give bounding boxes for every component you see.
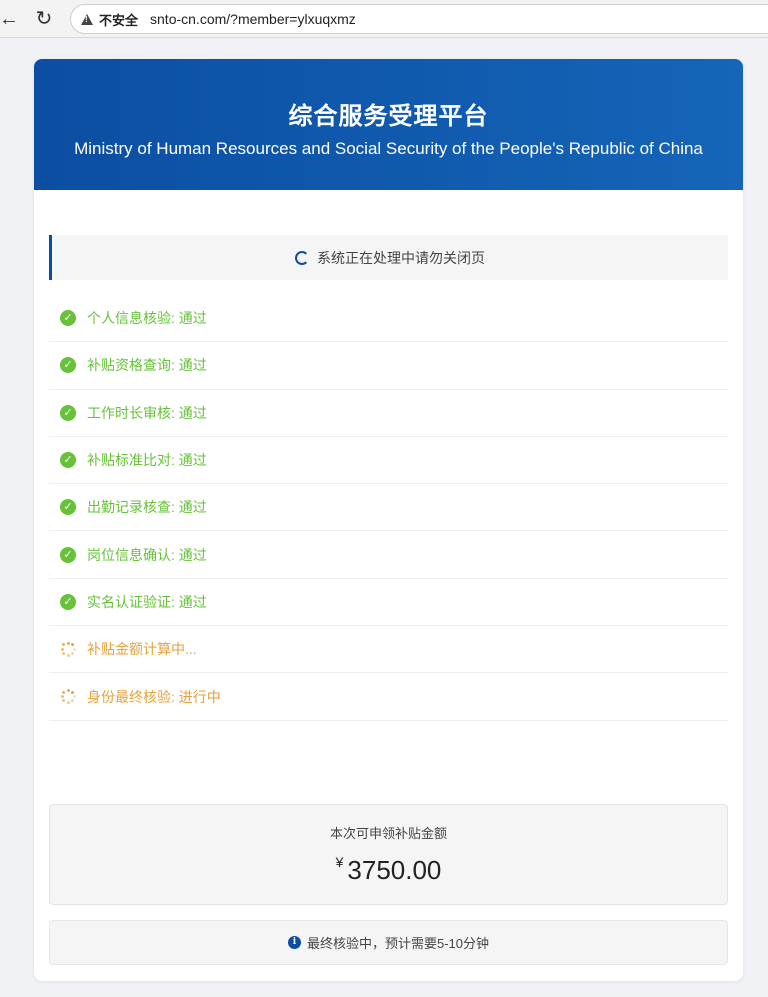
page-title: 综合服务受理平台	[288, 103, 489, 130]
check-circle-icon: ✓	[60, 310, 76, 327]
amount-value: ¥3750.00	[50, 854, 727, 886]
warning-icon	[81, 13, 93, 25]
spinner-icon	[295, 250, 309, 265]
check-item-label: 岗位信息确认: 通过	[87, 546, 207, 563]
check-item-label: 出勤记录核查: 通过	[87, 499, 207, 516]
check-item: ✓ 出勤记录核查: 通过	[49, 484, 728, 532]
info-icon: i	[287, 936, 301, 949]
note-box: i 最终核验中，预计需要5-10分钟	[49, 920, 728, 965]
main-card: 综合服务受理平台 Ministry of Human Resources and…	[34, 59, 743, 981]
check-circle-icon: ✓	[60, 452, 76, 469]
check-circle-icon: ✓	[60, 546, 76, 563]
check-item: ✓ 实名认证验证: 通过	[49, 579, 728, 627]
check-circle-icon: ✓	[60, 499, 76, 516]
check-item-label: 个人信息核验: 通过	[87, 310, 207, 327]
check-item: ✓ 工作时长审核: 通过	[49, 390, 728, 437]
status-text: 系统正在处理中请勿关闭页	[317, 249, 485, 266]
check-circle-icon: ✓	[60, 357, 76, 374]
check-circle-icon: ✓	[60, 593, 76, 610]
check-list: ✓ 个人信息核验: 通过 ✓ 补贴资格查询: 通过 ✓ 工作时长审核: 通过 ✓ 补贴标准比对…	[49, 295, 728, 721]
note-text: 最终核验中，预计需要5-10分钟	[306, 936, 490, 951]
currency-symbol: ¥	[335, 854, 344, 870]
status-banner: 系统正在处理中请勿关闭页	[49, 235, 728, 280]
check-item: 补贴金额计算中...	[49, 626, 728, 674]
check-circle-icon: ✓	[60, 404, 76, 421]
amount-number: 3750.00	[347, 855, 442, 885]
check-item: ✓ 岗位信息确认: 通过	[49, 531, 728, 579]
page-subtitle: Ministry of Human Resources and Social S…	[74, 139, 703, 158]
security-label[interactable]: 不安全	[99, 10, 138, 29]
browser-toolbar: ← ↻ 不安全 snto-cn.com/?member=ylxuqxmz	[0, 0, 768, 38]
loading-dots-icon	[60, 689, 76, 705]
check-item: ✓ 补贴资格查询: 通过	[49, 342, 728, 390]
check-item-label: 身份最终核验: 进行中	[87, 688, 221, 705]
back-icon[interactable]: ←	[0, 6, 22, 32]
page-header: 综合服务受理平台 Ministry of Human Resources and…	[34, 59, 743, 190]
amount-label: 本次可申领补贴金额	[329, 826, 447, 841]
check-item-label: 实名认证验证: 通过	[87, 593, 207, 610]
check-item-label: 补贴标准比对: 通过	[87, 452, 207, 469]
loading-dots-icon	[60, 641, 76, 657]
url-text[interactable]: snto-cn.com/?member=ylxuqxmz	[150, 11, 356, 27]
check-item-label: 工作时长审核: 通过	[87, 404, 207, 421]
amount-panel: 本次可申领补贴金额 ¥3750.00	[49, 804, 728, 905]
check-item-label: 补贴资格查询: 通过	[87, 357, 207, 374]
check-item-label: 补贴金额计算中...	[87, 641, 197, 658]
check-item: 身份最终核验: 进行中	[49, 673, 728, 721]
reload-icon[interactable]: ↻	[31, 6, 57, 32]
check-item: ✓ 补贴标准比对: 通过	[49, 437, 728, 485]
address-bar[interactable]: 不安全 snto-cn.com/?member=ylxuqxmz	[70, 4, 768, 34]
check-item: ✓ 个人信息核验: 通过	[49, 295, 728, 343]
